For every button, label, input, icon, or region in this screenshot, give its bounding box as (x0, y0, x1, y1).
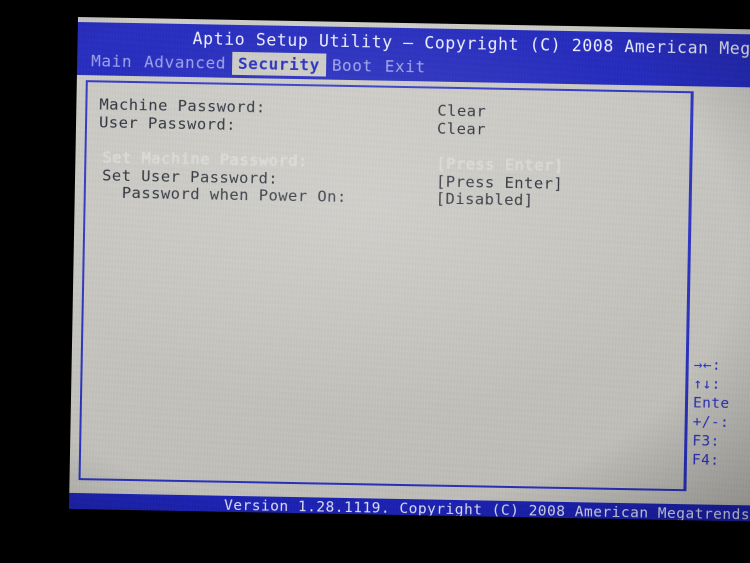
bios-setup-screen: Aptio Setup Utility – Copyright (C) 2008… (68, 17, 750, 522)
tab-main[interactable]: Main (85, 49, 138, 73)
help-key: +/-: (692, 414, 730, 432)
setting-value[interactable]: [Disabled] (436, 190, 534, 210)
setting-label: Password when Power On: (121, 183, 347, 206)
body-area: Machine Password: Clear User Password: Clea… (69, 75, 750, 503)
setting-value[interactable]: Clear (437, 102, 486, 121)
help-key: Ente (692, 395, 730, 413)
tab-security[interactable]: Security (231, 51, 327, 77)
screen-area: Aptio Setup Utility – Copyright (C) 2008… (68, 17, 750, 522)
tab-advanced[interactable]: Advanced (138, 50, 232, 75)
settings-list[interactable]: Machine Password: Clear User Password: Clea… (86, 95, 691, 213)
help-row: +/-: (692, 413, 750, 434)
help-key-legend: →←: ↑↓: Ente +/-: F3: F4: (692, 356, 750, 472)
help-key: F3: (692, 433, 720, 450)
help-key: ↑↓: (693, 376, 721, 393)
help-row: F4: (692, 451, 750, 472)
tab-exit[interactable]: Exit (379, 55, 432, 79)
help-key: →←: (693, 357, 722, 374)
settings-panel: Machine Password: Clear User Password: Clea… (78, 80, 691, 492)
help-row: Ente (693, 394, 750, 415)
tab-boot[interactable]: Boot (326, 54, 379, 78)
help-row: ↑↓: (693, 375, 750, 396)
help-key: F4: (691, 452, 720, 469)
help-row: →←: (694, 356, 750, 377)
setting-value[interactable]: Clear (437, 119, 486, 138)
help-row: F3: (692, 432, 750, 453)
monitor-photo: Aptio Setup Utility – Copyright (C) 2008… (0, 0, 750, 563)
